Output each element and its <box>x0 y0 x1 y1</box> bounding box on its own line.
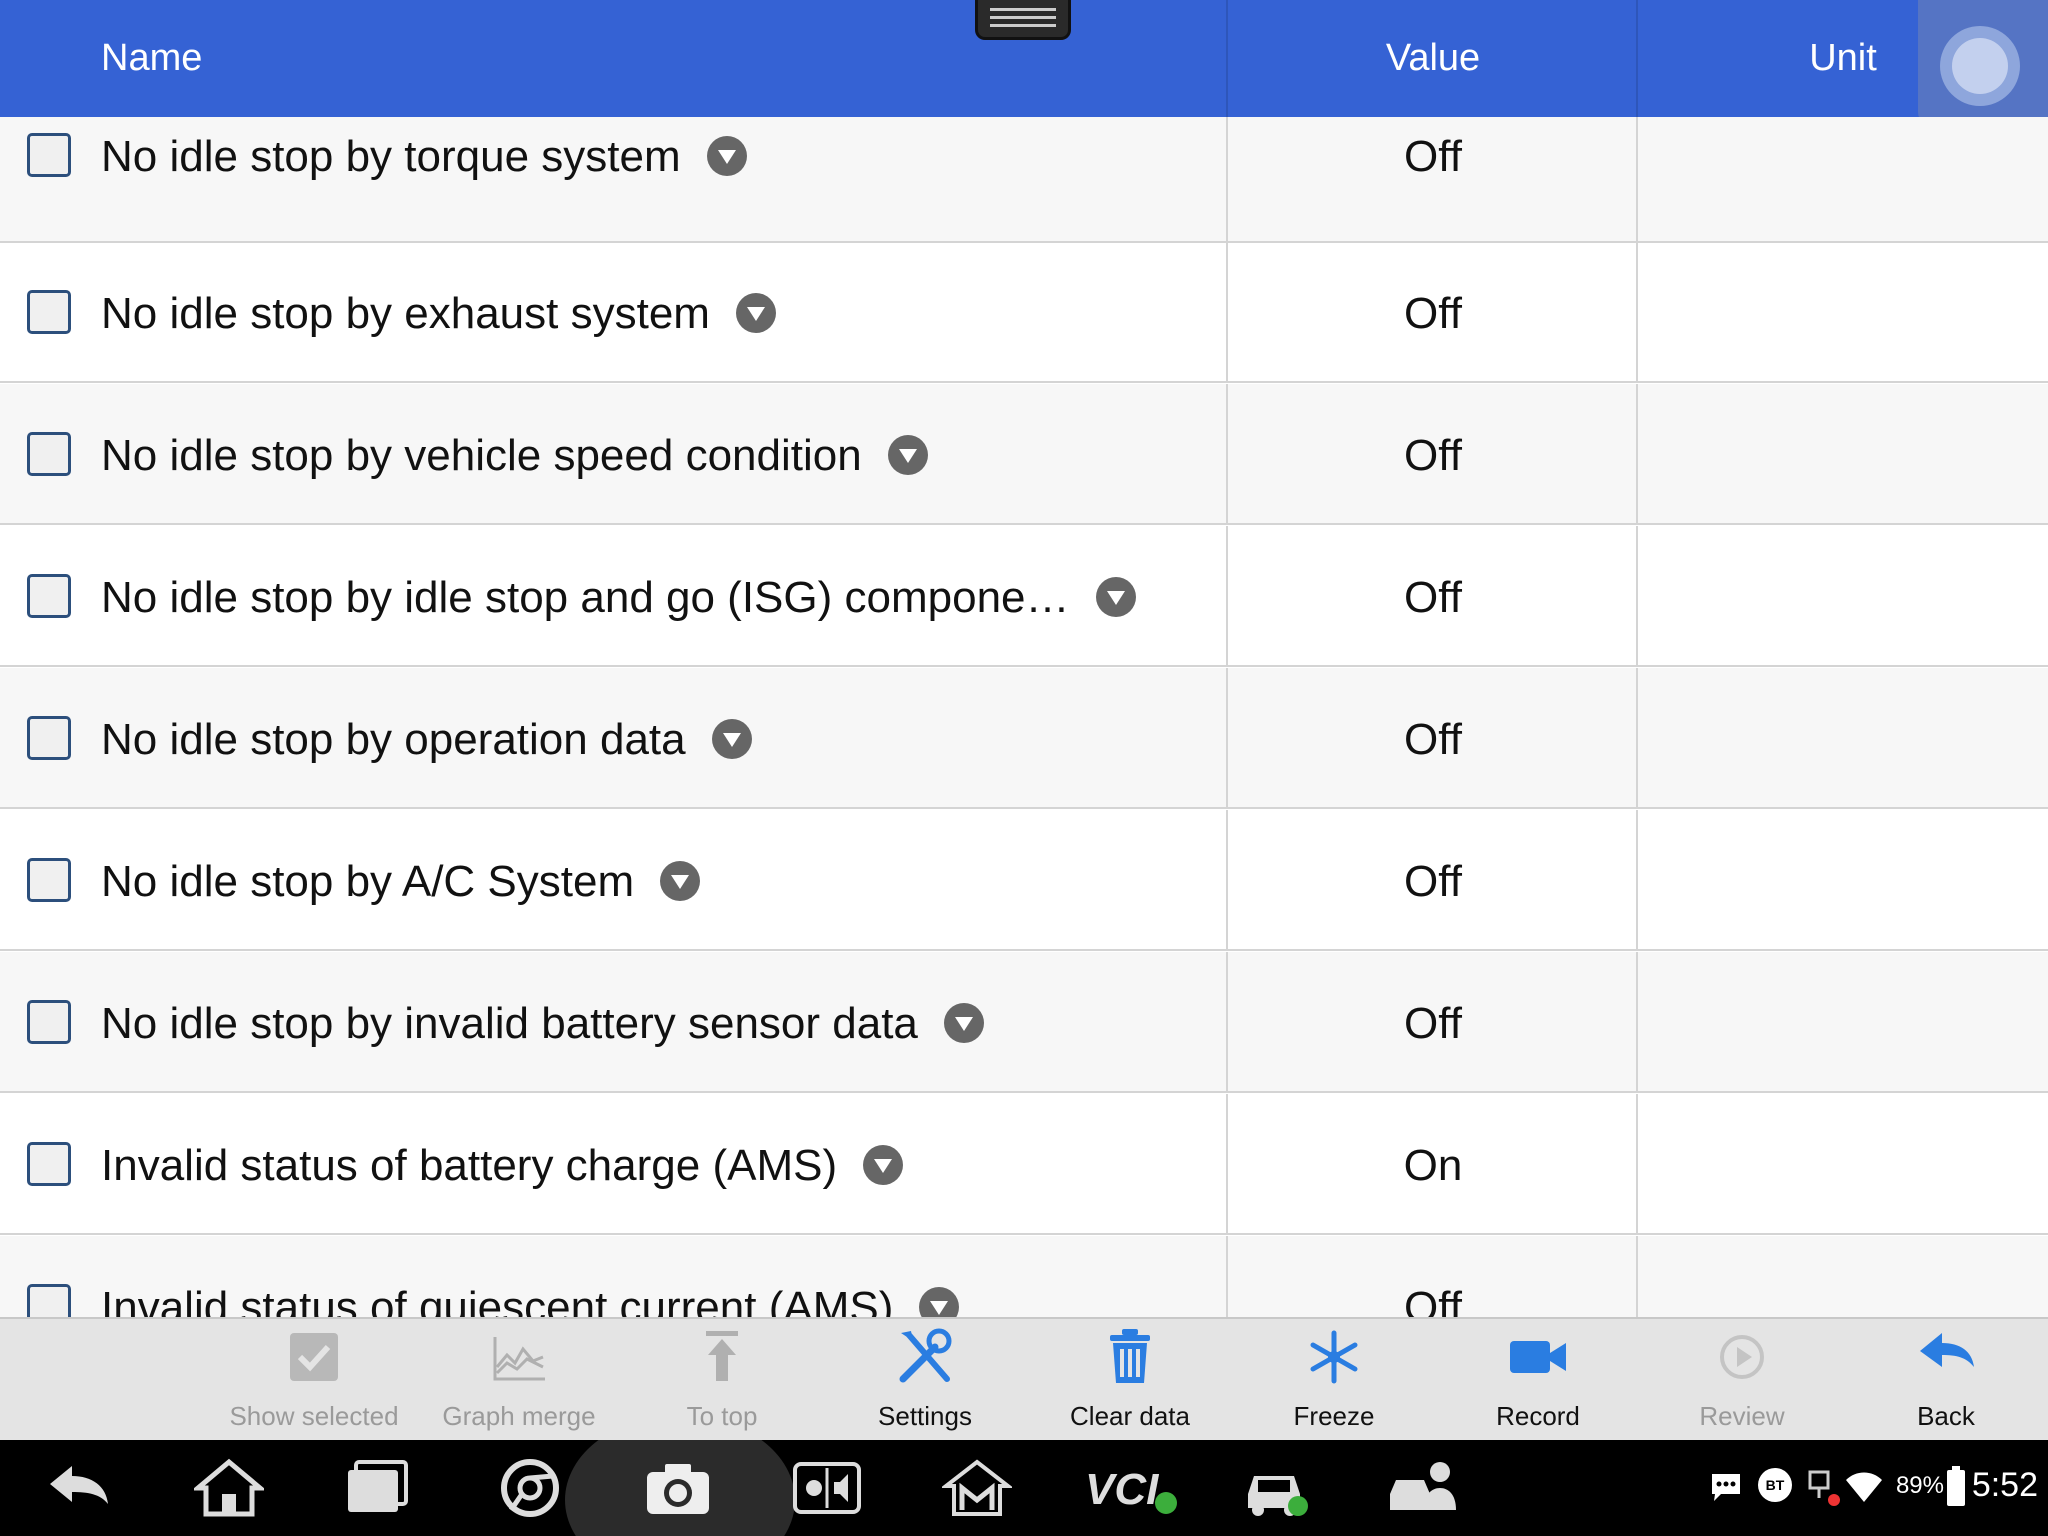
expand-triangle-icon[interactable] <box>1095 577 1136 618</box>
back-button[interactable]: Back <box>1851 1319 2041 1442</box>
data-list[interactable]: No idle stop by torque system Off No idl… <box>0 117 2048 1317</box>
table-header: Name Value Unit <box>0 0 2048 117</box>
table-row[interactable]: No idle stop by operation data Off <box>0 668 2048 809</box>
checkbox-checked-icon <box>290 1333 338 1381</box>
battery-percent: 89% <box>1895 1472 1944 1499</box>
vehicle-connected-icon[interactable] <box>1240 1458 1310 1518</box>
pull-down-handle-icon[interactable] <box>975 0 1071 40</box>
table-row[interactable]: No idle stop by A/C System Off <box>0 810 2048 951</box>
nav-home-icon[interactable] <box>194 1458 264 1518</box>
network-disconnected-icon <box>1808 1470 1840 1506</box>
tools-icon <box>899 1328 952 1383</box>
expand-triangle-icon[interactable] <box>863 1145 904 1186</box>
row-value: Off <box>1404 1283 1462 1317</box>
expand-triangle-icon[interactable] <box>887 435 928 476</box>
floating-assistive-button[interactable] <box>1918 0 2048 128</box>
expand-triangle-icon[interactable] <box>711 719 752 760</box>
row-value: Off <box>1404 715 1462 764</box>
row-checkbox[interactable] <box>27 432 71 476</box>
row-name: No idle stop by invalid battery sensor d… <box>101 999 918 1048</box>
row-checkbox[interactable] <box>27 1142 71 1186</box>
record-button[interactable]: Record <box>1443 1319 1633 1442</box>
row-name: No idle stop by idle stop and go (ISG) c… <box>101 573 1070 622</box>
expand-triangle-icon[interactable] <box>943 1003 984 1044</box>
row-name: No idle stop by vehicle speed condition <box>101 431 862 480</box>
remote-expert-icon[interactable] <box>1388 1458 1458 1518</box>
table-row[interactable]: No idle stop by exhaust system Off <box>0 242 2048 383</box>
row-checkbox[interactable] <box>27 716 71 760</box>
row-checkbox[interactable] <box>27 1284 71 1317</box>
video-camera-icon <box>1510 1341 1566 1373</box>
row-name: Invalid status of battery charge (AMS) <box>101 1141 838 1190</box>
settings-button[interactable]: Settings <box>830 1319 1020 1442</box>
clear-data-button[interactable]: Clear data <box>1035 1319 1225 1442</box>
row-value: Off <box>1404 857 1462 906</box>
table-row[interactable]: Invalid status of battery charge (AMS) O… <box>0 1094 2048 1235</box>
row-checkbox[interactable] <box>27 1000 71 1044</box>
maxifix-m-icon[interactable] <box>942 1458 1012 1518</box>
brightness-volume-icon[interactable] <box>792 1458 862 1518</box>
row-checkbox[interactable] <box>27 133 71 177</box>
table-row[interactable]: No idle stop by vehicle speed condition … <box>0 384 2048 525</box>
table-row[interactable]: No idle stop by torque system Off <box>0 117 2048 243</box>
row-value: Off <box>1404 289 1462 338</box>
row-name: No idle stop by torque system <box>101 132 681 181</box>
play-circle-icon <box>1720 1335 1764 1379</box>
chrome-browser-icon[interactable] <box>495 1458 565 1518</box>
back-arrow-icon <box>1920 1333 1974 1367</box>
nav-back-icon[interactable] <box>44 1458 114 1518</box>
graph-merge-button[interactable]: Graph merge <box>424 1319 614 1442</box>
row-value: Off <box>1404 999 1462 1048</box>
to-top-button[interactable]: To top <box>627 1319 817 1442</box>
expand-triangle-icon[interactable] <box>735 293 776 334</box>
assistive-touch-icon <box>1940 26 2020 106</box>
row-value: On <box>1403 1141 1463 1190</box>
system-navigation-bar: VCI BT 89% 5:52 <box>0 1440 2048 1536</box>
review-button[interactable]: Review <box>1647 1319 1837 1442</box>
row-checkbox[interactable] <box>27 858 71 902</box>
bottom-toolbar: Show selected Graph merge To top Setting… <box>0 1317 2048 1440</box>
row-value: Off <box>1404 431 1462 480</box>
row-checkbox[interactable] <box>27 290 71 334</box>
header-name: Name <box>101 37 203 79</box>
expand-triangle-icon[interactable] <box>706 136 747 177</box>
header-value: Value <box>1385 37 1481 79</box>
row-name: No idle stop by operation data <box>101 715 686 764</box>
row-value: Off <box>1404 573 1462 622</box>
row-name: Invalid status of quiescent current (AMS… <box>101 1283 894 1317</box>
battery-icon <box>1947 1466 1965 1506</box>
expand-triangle-icon[interactable] <box>919 1287 960 1317</box>
table-row[interactable]: Invalid status of quiescent current (AMS… <box>0 1236 2048 1317</box>
freeze-button[interactable]: Freeze <box>1239 1319 1429 1442</box>
show-selected-button[interactable]: Show selected <box>219 1319 409 1442</box>
row-value: Off <box>1404 132 1462 181</box>
expand-triangle-icon[interactable] <box>660 861 701 902</box>
nav-recent-apps-icon[interactable] <box>342 1458 412 1518</box>
wifi-icon <box>1846 1472 1882 1502</box>
graph-icon <box>493 1337 545 1381</box>
trash-icon <box>1110 1329 1150 1383</box>
table-row[interactable]: No idle stop by invalid battery sensor d… <box>0 952 2048 1093</box>
clock: 5:52 <box>1971 1466 2038 1504</box>
snowflake-icon <box>1310 1330 1358 1384</box>
table-row[interactable]: No idle stop by idle stop and go (ISG) c… <box>0 526 2048 667</box>
chat-notification-icon <box>1712 1474 1740 1501</box>
row-name: No idle stop by exhaust system <box>101 289 710 338</box>
row-name: No idle stop by A/C System <box>101 857 635 906</box>
vci-status-icon[interactable]: VCI <box>1085 1462 1177 1518</box>
arrow-up-icon <box>706 1331 738 1381</box>
camera-icon[interactable] <box>643 1458 713 1518</box>
bluetooth-badge-icon: BT <box>1758 1468 1792 1502</box>
row-checkbox[interactable] <box>27 574 71 618</box>
